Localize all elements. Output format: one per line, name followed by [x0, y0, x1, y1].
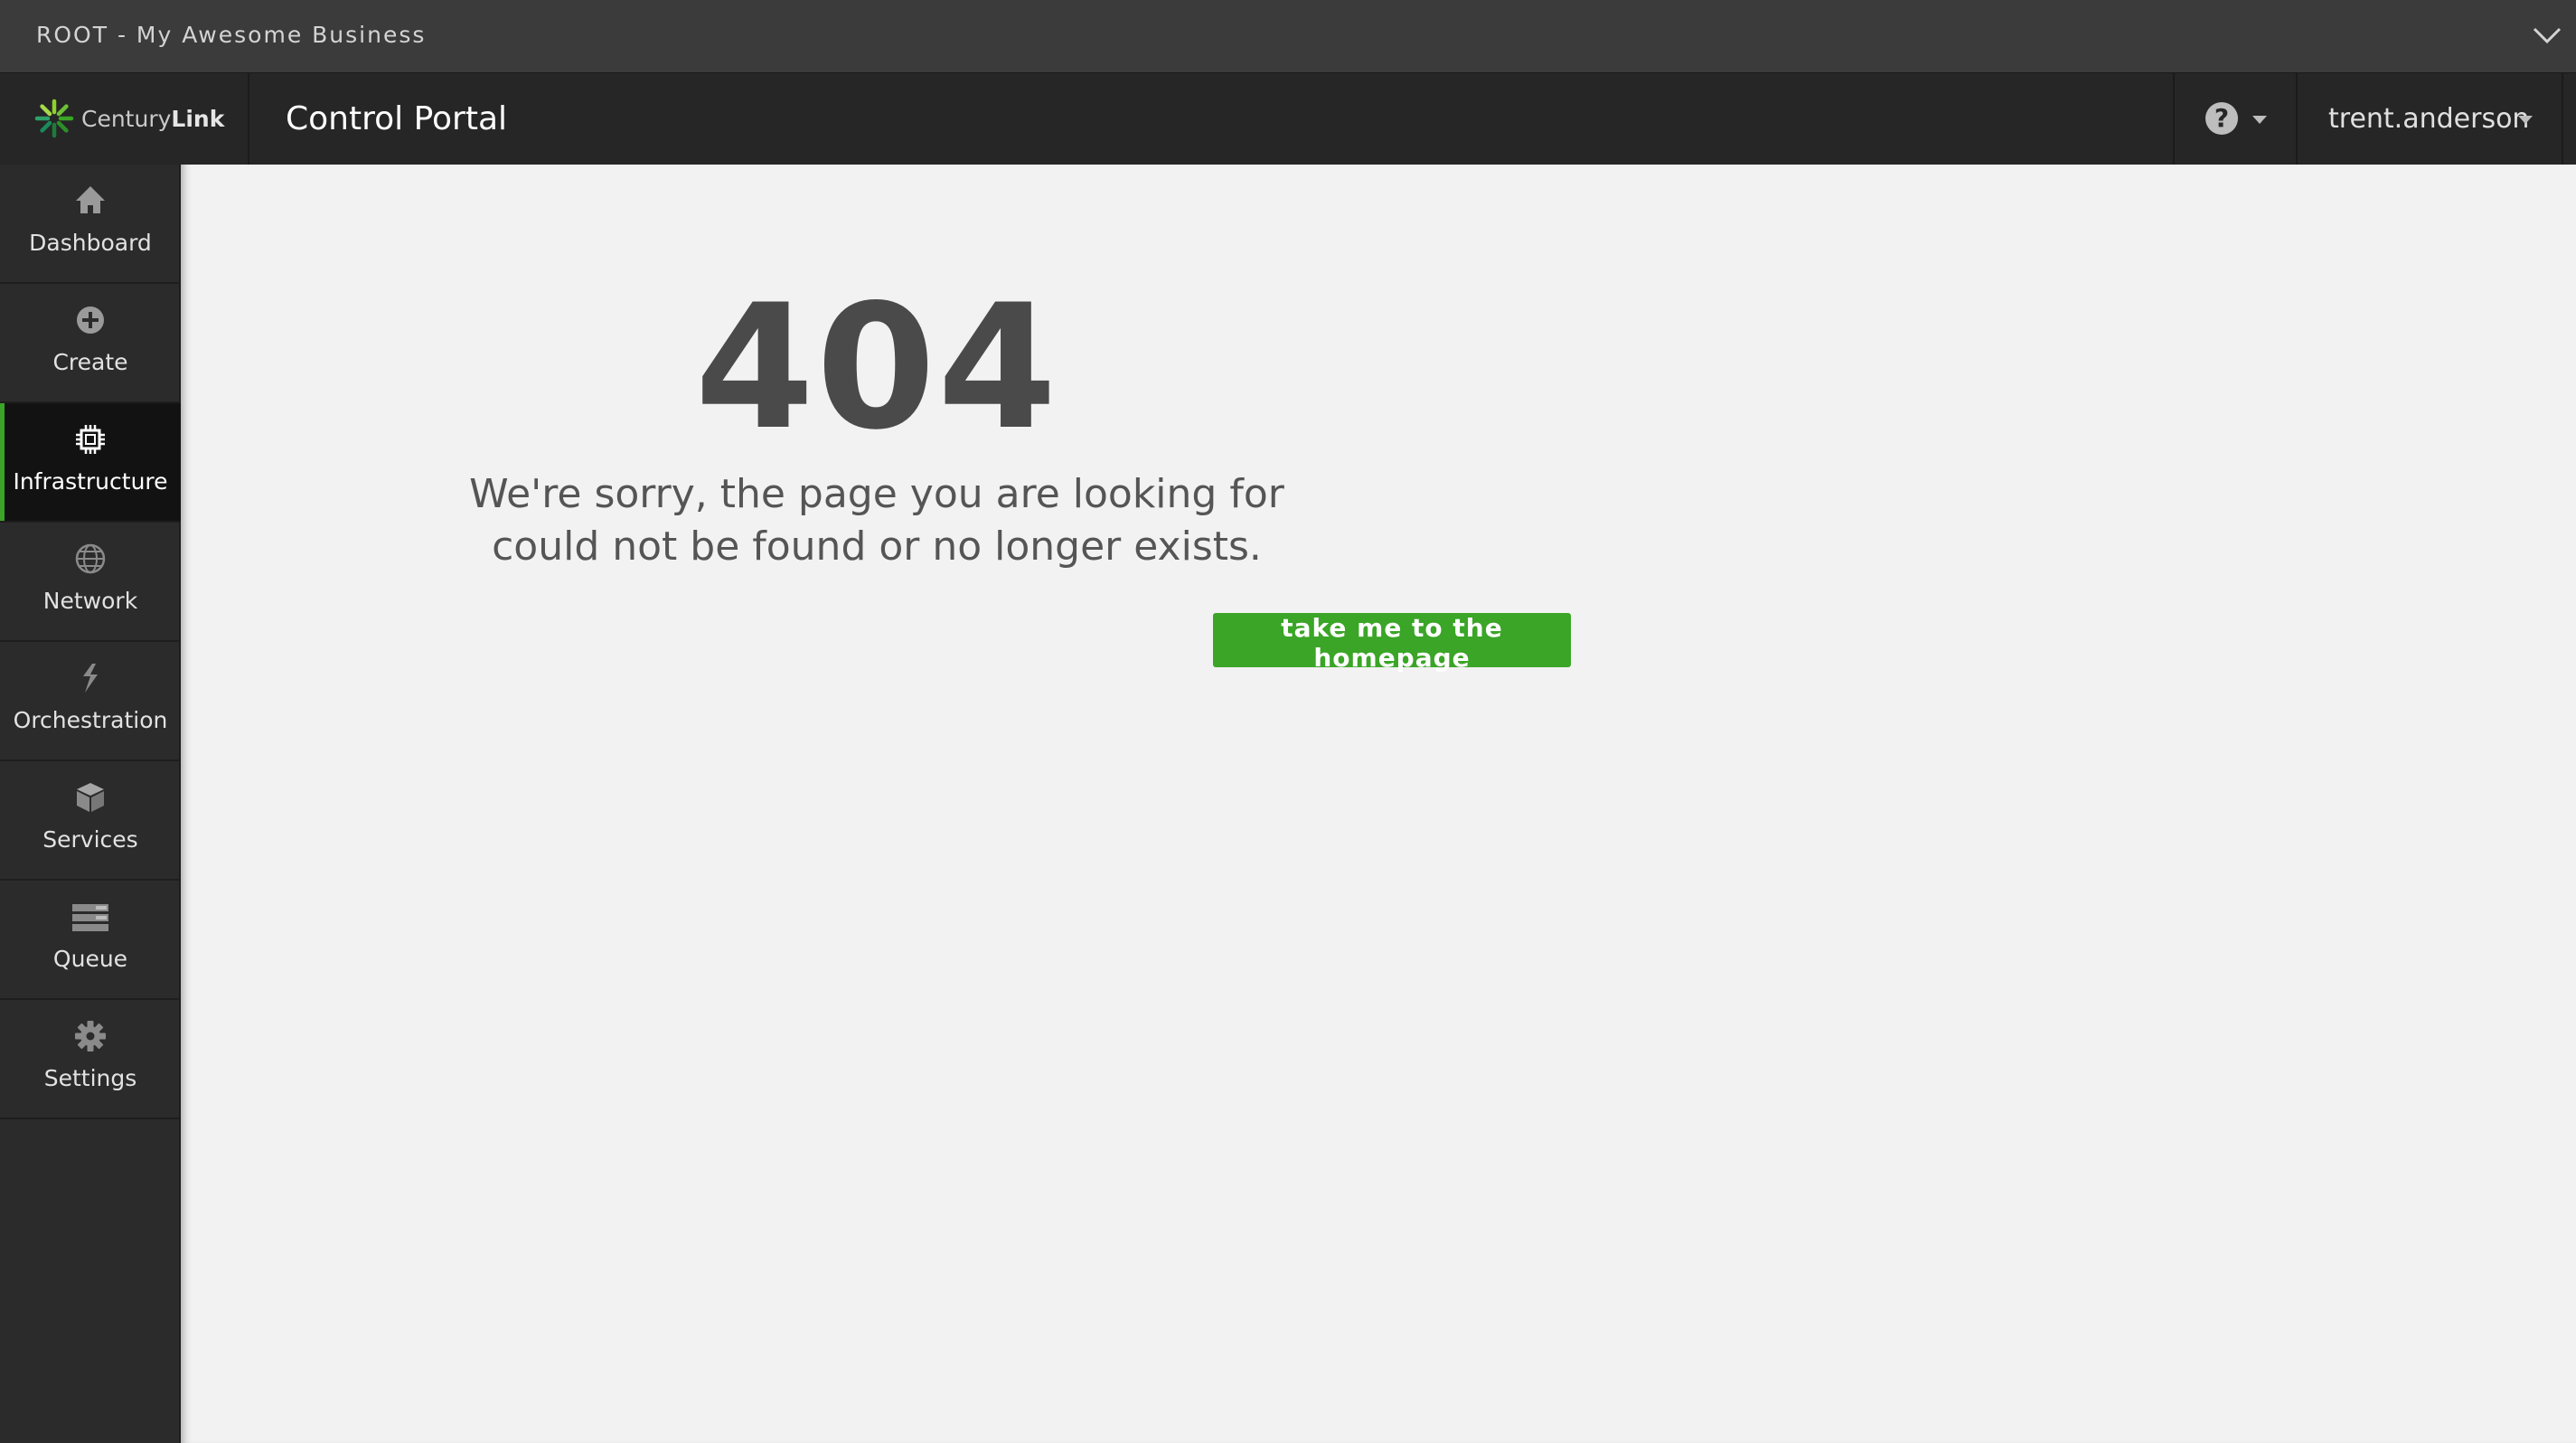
account-title: ROOT - My Awesome Business [36, 22, 427, 48]
sidebar-item-services[interactable]: Services [0, 761, 181, 881]
header: CenturyLink Control Portal ? trent.ander… [0, 72, 2576, 165]
plus-circle-icon [77, 307, 104, 334]
app-root: ROOT - My Awesome Business CenturyLink C… [0, 0, 2576, 1443]
sidebar-item-create[interactable]: Create [0, 284, 181, 403]
sidebar-item-label: Orchestration [13, 707, 168, 733]
logo-text: CenturyLink [81, 73, 224, 165]
sidebar-item-dashboard[interactable]: Dashboard [0, 165, 181, 284]
sidebar: Dashboard Create Infrastructure Network … [0, 165, 181, 1443]
help-menu[interactable]: ? [2173, 73, 2296, 165]
sidebar-item-orchestration[interactable]: Orchestration [0, 642, 181, 761]
gear-icon [75, 1021, 106, 1052]
portal-title: Control Portal [286, 100, 508, 137]
logo-text-bold: Link [171, 106, 225, 132]
homepage-button[interactable]: take me to the homepage [1213, 613, 1571, 673]
sidebar-item-queue[interactable]: Queue [0, 881, 181, 1000]
home-icon [76, 186, 105, 213]
cpu-chip-icon [76, 425, 105, 454]
sidebar-item-label: Queue [52, 946, 128, 972]
error-message: We're sorry, the page you are looking fo… [469, 471, 1284, 570]
queue-icon [72, 904, 108, 931]
sidebar-item-infrastructure[interactable]: Infrastructure [0, 403, 181, 523]
sidebar-item-label: Infrastructure [13, 468, 168, 495]
caret-down-icon [2252, 116, 2267, 124]
main-content: 404 We're sorry, the page you are lookin… [181, 165, 2576, 1443]
chevron-down-icon[interactable] [2529, 20, 2565, 52]
caret-down-icon [2518, 116, 2533, 124]
globe-icon [75, 543, 106, 574]
logo-text-light: Century [81, 106, 172, 132]
orchestration-icon [83, 664, 98, 693]
sidebar-item-settings[interactable]: Settings [0, 1000, 181, 1119]
account-bar: ROOT - My Awesome Business [0, 0, 2576, 72]
user-name: trent.anderson [2328, 103, 2530, 135]
question-circle-icon: ? [2205, 102, 2238, 135]
sidebar-item-label: Network [42, 588, 138, 614]
sidebar-item-label: Dashboard [29, 230, 152, 256]
logo[interactable]: CenturyLink [0, 73, 249, 165]
error-code: 404 [694, 268, 1059, 467]
user-menu[interactable]: trent.anderson [2296, 73, 2563, 165]
centurylink-logo-icon [34, 99, 74, 138]
sidebar-item-label: Create [52, 349, 128, 375]
sidebar-item-label: Settings [43, 1065, 137, 1091]
sidebar-item-label: Services [42, 826, 138, 853]
sidebar-item-network[interactable]: Network [0, 523, 181, 642]
cube-icon [77, 783, 104, 812]
